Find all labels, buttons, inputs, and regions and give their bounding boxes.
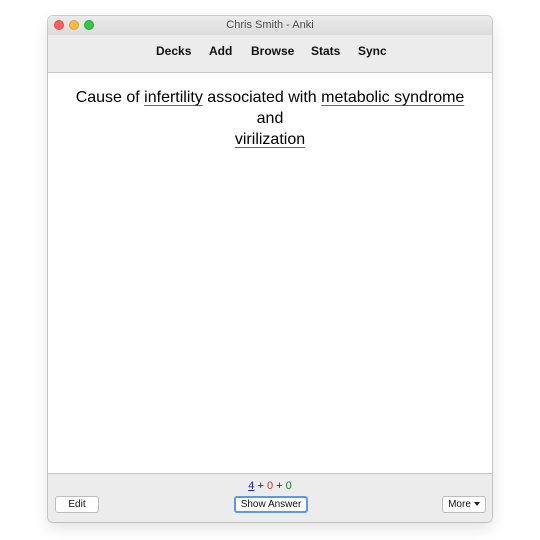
count-separator: + bbox=[276, 480, 283, 492]
learning-count: 0 bbox=[266, 480, 274, 492]
title-bar[interactable]: Chris Smith - Anki bbox=[48, 16, 492, 35]
more-label: More bbox=[448, 499, 471, 510]
toolbar-sync[interactable]: Sync bbox=[358, 44, 387, 58]
dropdown-caret-icon bbox=[473, 502, 480, 507]
review-count: 0 bbox=[285, 480, 292, 492]
edit-button[interactable]: Edit bbox=[55, 496, 99, 513]
card-content-area: Cause of infertility associated with met… bbox=[48, 73, 492, 474]
misspelled-word: metabolic syndrome bbox=[321, 89, 465, 106]
anki-window: Chris Smith - Anki Decks Add Browse Stat… bbox=[48, 16, 492, 522]
show-answer-button[interactable]: Show Answer bbox=[234, 496, 308, 513]
more-button[interactable]: More bbox=[442, 496, 486, 513]
question-text: and bbox=[256, 110, 284, 127]
new-count: 4 bbox=[248, 480, 255, 492]
review-bottom-bar: 4 + 0 + 0 Edit Show Answer More bbox=[48, 473, 492, 522]
toolbar-decks[interactable]: Decks bbox=[156, 44, 191, 58]
misspelled-word: infertility bbox=[144, 89, 203, 106]
question-text: Cause of bbox=[75, 89, 145, 106]
question-text: associated with bbox=[202, 89, 322, 106]
count-separator: + bbox=[257, 480, 264, 492]
due-counts: 4 + 0 + 0 bbox=[48, 480, 492, 492]
main-toolbar: Decks Add Browse Stats Sync bbox=[48, 35, 492, 73]
misspelled-word: virilization bbox=[234, 131, 306, 148]
toolbar-add[interactable]: Add bbox=[209, 44, 232, 58]
toolbar-browse[interactable]: Browse bbox=[251, 44, 294, 58]
card-question: Cause of infertility associated with met… bbox=[70, 87, 470, 150]
toolbar-stats[interactable]: Stats bbox=[311, 44, 340, 58]
window-title: Chris Smith - Anki bbox=[226, 19, 314, 31]
